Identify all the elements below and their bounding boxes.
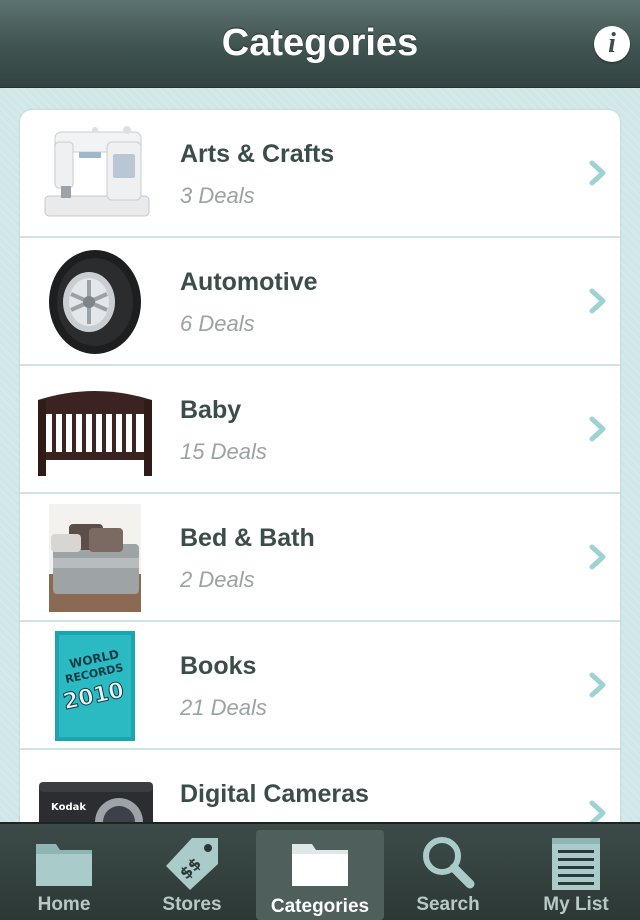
deal-count: 21 Deals [180, 695, 267, 720]
tab-stores[interactable]: $$ Stores [128, 824, 256, 920]
tab-label: Home [37, 894, 91, 915]
chevron-right-icon [589, 288, 606, 314]
category-title: Bed & Bath [180, 524, 315, 552]
tab-label: Stores [162, 894, 222, 915]
deal-count: 3 Deals [180, 183, 255, 208]
category-row-automotive[interactable]: Automotive 6 Deals [20, 238, 620, 366]
notepad-icon [552, 838, 600, 890]
content-area[interactable]: Arts & Crafts 3 Deals Automotive 6 Deals… [0, 88, 640, 822]
sewing-machine-image [30, 118, 160, 230]
category-row-books[interactable]: WORLD RECORDS 2010 Books 21 Deals [20, 622, 620, 750]
chevron-right-icon [589, 672, 606, 698]
tab-label: Categories [270, 896, 370, 917]
category-row-digital-cameras[interactable]: Kodak Digital Cameras [20, 750, 620, 822]
chevron-right-icon [589, 160, 606, 186]
camera-image: Kodak [30, 758, 160, 822]
deal-count: 6 Deals [180, 311, 255, 336]
magnifier-icon [423, 837, 475, 889]
svg-text:Kodak: Kodak [51, 802, 86, 813]
chevron-right-icon [589, 544, 606, 570]
tab-search[interactable]: Search [384, 824, 512, 920]
tire-image [30, 246, 160, 358]
tab-bar: Home $$ Stores Categories Search My List [0, 822, 640, 920]
category-title: Books [180, 652, 257, 680]
category-list: Arts & Crafts 3 Deals Automotive 6 Deals… [20, 110, 620, 822]
tab-label: My List [543, 894, 609, 915]
tab-categories[interactable]: Categories [256, 830, 384, 920]
price-tag-icon: $$ [166, 838, 218, 890]
info-icon[interactable]: i [594, 26, 630, 62]
category-row-baby[interactable]: Baby 15 Deals [20, 366, 620, 494]
navigation-bar: Categories i [0, 0, 640, 88]
category-title: Automotive [180, 268, 318, 296]
book-image: WORLD RECORDS 2010 [30, 630, 160, 742]
tab-my-list[interactable]: My List [512, 824, 640, 920]
tab-label: Search [416, 894, 480, 915]
chevron-right-icon [589, 800, 606, 822]
category-title: Arts & Crafts [180, 140, 335, 168]
folder-icon [292, 844, 348, 886]
category-row-arts-crafts[interactable]: Arts & Crafts 3 Deals [20, 110, 620, 238]
category-title: Baby [180, 396, 242, 424]
deal-count: 15 Deals [180, 439, 267, 464]
folder-icon [36, 844, 92, 886]
crib-image [30, 374, 160, 486]
category-row-bed-bath[interactable]: Bed & Bath 2 Deals [20, 494, 620, 622]
chevron-right-icon [589, 416, 606, 442]
page-title: Categories [221, 22, 419, 64]
bed-image [30, 502, 160, 614]
category-title: Digital Cameras [180, 780, 369, 808]
tab-home[interactable]: Home [0, 824, 128, 920]
deal-count: 2 Deals [180, 567, 255, 592]
